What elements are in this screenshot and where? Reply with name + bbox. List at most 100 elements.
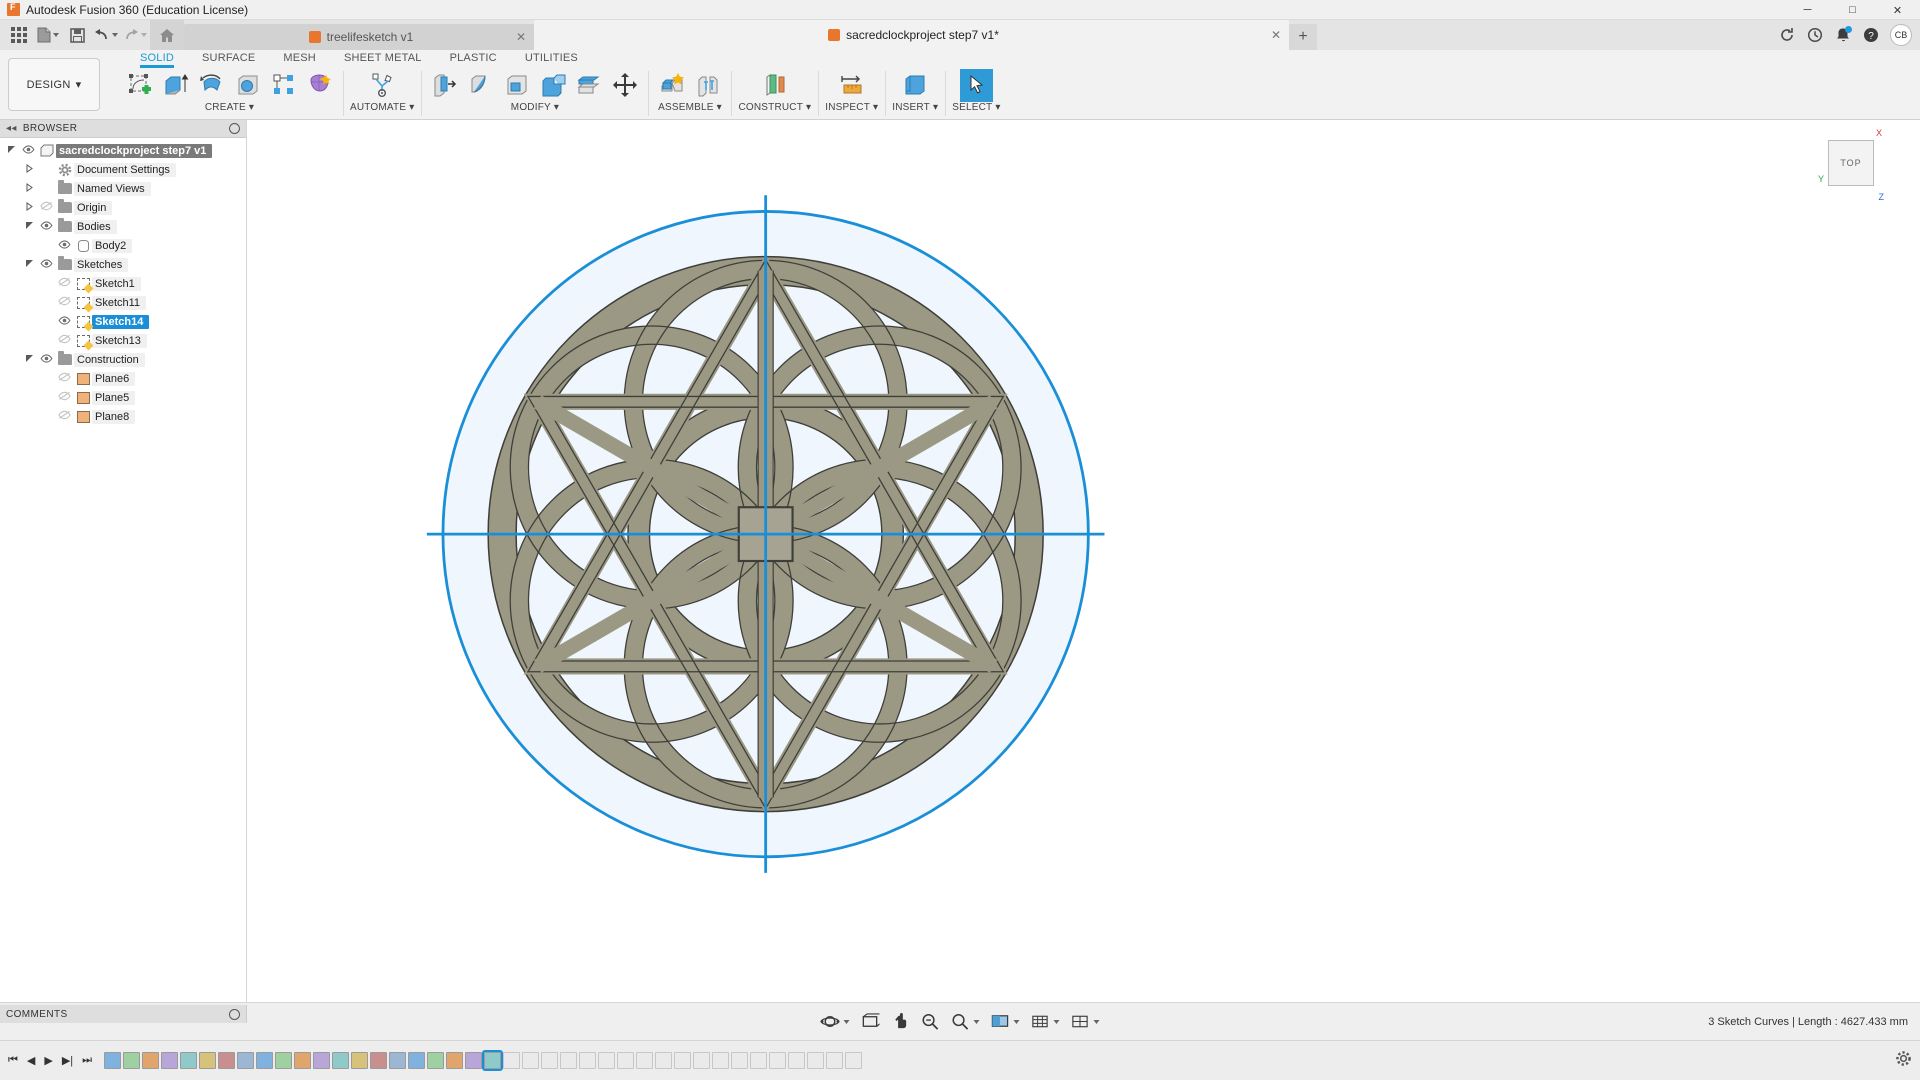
insert-derive-icon[interactable] xyxy=(899,69,932,102)
timeline-feature[interactable] xyxy=(769,1052,786,1069)
timeline-feature[interactable] xyxy=(636,1052,653,1069)
step-forward-icon[interactable]: ▶| xyxy=(62,1054,73,1067)
history-clock-icon[interactable] xyxy=(1802,22,1828,48)
look-at-icon[interactable] xyxy=(859,1011,882,1033)
tree-item-plane8[interactable]: Plane8 xyxy=(0,407,246,426)
timeline-feature[interactable] xyxy=(142,1052,159,1069)
timeline-feature[interactable] xyxy=(313,1052,330,1069)
tree-item-bodies[interactable]: Bodies xyxy=(0,217,246,236)
timeline-feature[interactable] xyxy=(750,1052,767,1069)
automate-icon[interactable] xyxy=(366,69,399,102)
workspace-selector[interactable]: DESIGN ▾ xyxy=(8,58,100,111)
tree-item-named-views[interactable]: Named Views xyxy=(0,179,246,198)
chevron-down-icon[interactable]: ▾ xyxy=(717,102,722,113)
close-button[interactable]: ✕ xyxy=(1875,0,1920,20)
timeline-feature[interactable] xyxy=(275,1052,292,1069)
timeline-feature[interactable] xyxy=(161,1052,178,1069)
timeline-feature[interactable] xyxy=(427,1052,444,1069)
create-sketch-icon[interactable] xyxy=(123,69,156,102)
ribbon-tab-plastic[interactable]: PLASTIC xyxy=(436,50,511,68)
redo-icon[interactable] xyxy=(121,21,149,49)
minimize-button[interactable]: ─ xyxy=(1785,0,1830,20)
tree-item-sketch13[interactable]: Sketch13 xyxy=(0,331,246,350)
timeline-feature[interactable] xyxy=(370,1052,387,1069)
measure-icon[interactable] xyxy=(835,69,868,102)
chevron-down-icon[interactable] xyxy=(844,1020,850,1024)
revolve-icon[interactable] xyxy=(195,69,228,102)
help-icon[interactable]: ? xyxy=(1858,22,1884,48)
timeline-feature[interactable] xyxy=(180,1052,197,1069)
visibility-eye-icon[interactable] xyxy=(54,316,74,328)
tree-item-plane6[interactable]: Plane6 xyxy=(0,369,246,388)
timeline-feature[interactable] xyxy=(674,1052,691,1069)
ribbon-tab-surface[interactable]: SURFACE xyxy=(188,50,269,68)
timeline-feature[interactable] xyxy=(484,1052,501,1069)
ribbon-tab-utilities[interactable]: UTILITIES xyxy=(511,50,592,68)
tree-item-sketch1[interactable]: Sketch1 xyxy=(0,274,246,293)
timeline-feature[interactable] xyxy=(788,1052,805,1069)
visibility-eye-icon[interactable] xyxy=(36,221,56,233)
panel-options-icon[interactable] xyxy=(229,123,240,134)
tree-item-sacredclockproject-step7-v1[interactable]: sacredclockproject step7 v1 xyxy=(0,141,246,160)
ribbon-tab-solid[interactable]: SOLID xyxy=(126,50,188,68)
chevron-down-icon[interactable]: ▾ xyxy=(554,102,559,113)
visibility-eye-icon[interactable] xyxy=(54,372,74,385)
expand-arrow-icon[interactable] xyxy=(22,259,36,270)
split-face-icon[interactable] xyxy=(572,69,605,102)
timeline-feature[interactable] xyxy=(560,1052,577,1069)
chevron-down-icon[interactable]: ▾ xyxy=(409,102,414,113)
tree-item-body2[interactable]: Body2 xyxy=(0,236,246,255)
timeline-feature[interactable] xyxy=(332,1052,349,1069)
chevron-down-icon[interactable]: ▾ xyxy=(933,102,938,113)
collapse-arrow-icon[interactable] xyxy=(22,164,36,175)
chevron-down-icon[interactable] xyxy=(974,1020,980,1024)
shell-icon[interactable] xyxy=(500,69,533,102)
new-component-icon[interactable] xyxy=(655,69,688,102)
visibility-eye-icon[interactable] xyxy=(18,145,38,157)
form-icon[interactable] xyxy=(303,69,336,102)
close-icon[interactable]: ✕ xyxy=(516,30,526,44)
combine-icon[interactable] xyxy=(536,69,569,102)
chevron-down-icon[interactable]: ▾ xyxy=(873,102,878,113)
expand-arrow-icon[interactable] xyxy=(22,221,36,232)
skip-end-icon[interactable]: ⏭ xyxy=(82,1054,92,1067)
viewports-icon[interactable] xyxy=(1069,1011,1102,1033)
timeline-feature[interactable] xyxy=(579,1052,596,1069)
chevron-down-icon[interactable]: ▾ xyxy=(995,102,1000,113)
panel-options-icon[interactable] xyxy=(229,1009,240,1020)
timeline-feature[interactable] xyxy=(446,1052,463,1069)
ribbon-tab-sheet-metal[interactable]: SHEET METAL xyxy=(330,50,436,68)
expand-arrow-icon[interactable] xyxy=(22,354,36,365)
timeline-feature[interactable] xyxy=(617,1052,634,1069)
timeline-feature[interactable] xyxy=(522,1052,539,1069)
skip-start-icon[interactable]: ⏮ xyxy=(8,1054,18,1067)
tree-item-document-settings[interactable]: Document Settings xyxy=(0,160,246,179)
visibility-eye-icon[interactable] xyxy=(54,240,74,252)
collapse-arrow-icon[interactable] xyxy=(22,202,36,213)
sphere-icon[interactable] xyxy=(231,69,264,102)
chevron-down-icon[interactable]: ▾ xyxy=(806,102,811,113)
timeline-feature[interactable] xyxy=(826,1052,843,1069)
ribbon-tab-mesh[interactable]: MESH xyxy=(269,50,330,68)
expand-arrow-icon[interactable] xyxy=(4,145,18,156)
visibility-eye-icon[interactable] xyxy=(36,201,56,214)
chevron-down-icon[interactable] xyxy=(1094,1020,1100,1024)
timeline-feature[interactable] xyxy=(123,1052,140,1069)
bell-icon[interactable] xyxy=(1830,22,1856,48)
timeline-feature[interactable] xyxy=(693,1052,710,1069)
timeline-feature[interactable] xyxy=(731,1052,748,1069)
timeline-feature[interactable] xyxy=(408,1052,425,1069)
timeline-feature[interactable] xyxy=(218,1052,235,1069)
press-pull-icon[interactable] xyxy=(428,69,461,102)
new-file-icon[interactable] xyxy=(34,21,62,49)
new-tab-button[interactable]: + xyxy=(1289,24,1317,50)
view-cube[interactable]: TOP xyxy=(1828,140,1874,186)
avatar[interactable]: CB xyxy=(1890,24,1912,46)
timeline-feature[interactable] xyxy=(294,1052,311,1069)
timeline-feature[interactable] xyxy=(237,1052,254,1069)
zoom-icon[interactable] xyxy=(919,1011,942,1033)
timeline-feature[interactable] xyxy=(351,1052,368,1069)
zoom-window-icon[interactable] xyxy=(949,1011,982,1033)
extrude-icon[interactable] xyxy=(159,69,192,102)
timeline-settings-icon[interactable] xyxy=(1895,1050,1912,1072)
